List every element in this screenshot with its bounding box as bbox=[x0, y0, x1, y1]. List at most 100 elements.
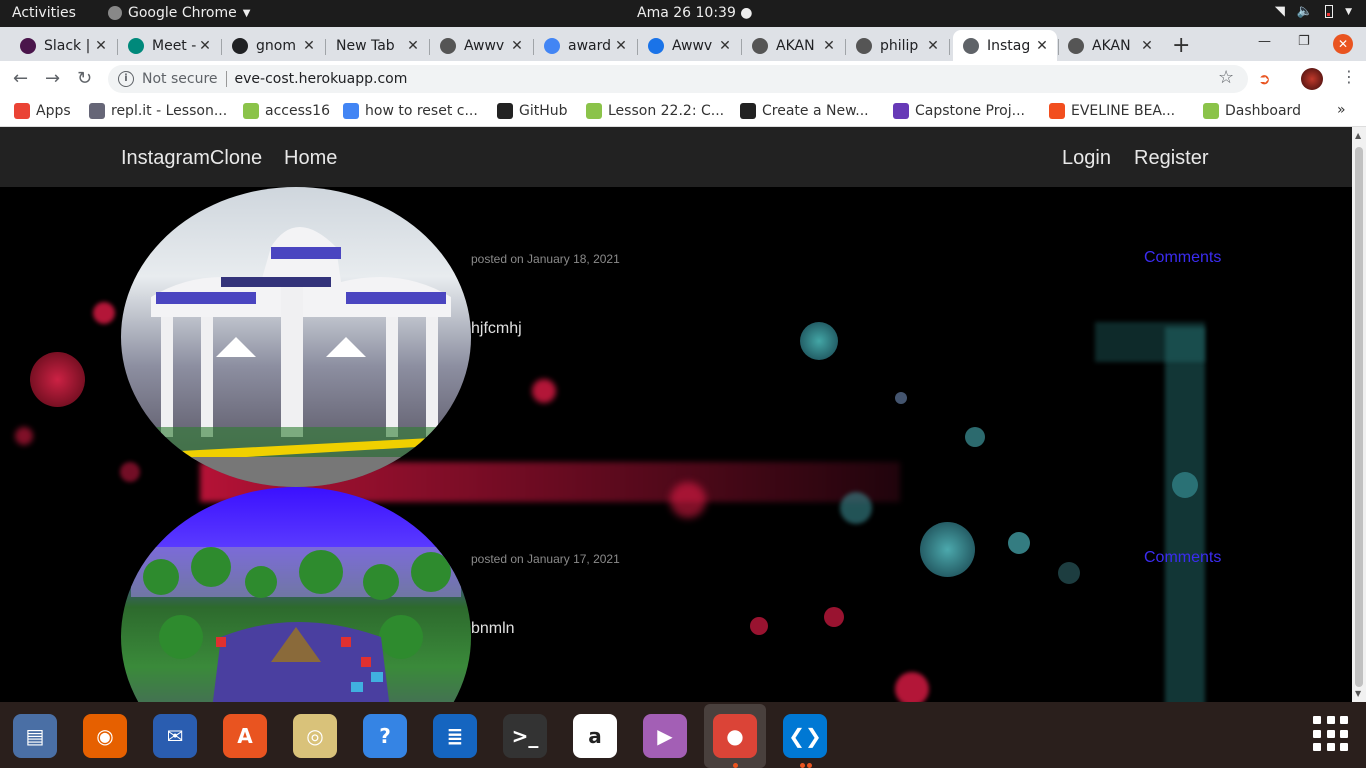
replit-icon bbox=[89, 103, 105, 119]
clock[interactable]: Ama 26 10:39 ● bbox=[637, 5, 753, 21]
address-bar[interactable]: i Not secure eve-cost.herokuapp.com bbox=[108, 65, 1248, 93]
bookmark-label: how to reset c... bbox=[365, 103, 478, 119]
scroll-down-icon[interactable]: ▼ bbox=[1355, 689, 1361, 698]
running-indicator bbox=[807, 763, 812, 768]
apps-grid-icon bbox=[14, 103, 30, 119]
comments-link[interactable]: Comments bbox=[1144, 249, 1221, 267]
bookmark-item[interactable]: Capstone Proj... bbox=[893, 103, 1025, 119]
close-tab-icon[interactable]: ✕ bbox=[924, 38, 942, 54]
files-icon[interactable]: ▤ bbox=[13, 714, 57, 758]
forward-button[interactable]: → bbox=[45, 68, 60, 89]
help-icon[interactable]: ? bbox=[363, 714, 407, 758]
bookmark-label: Capstone Proj... bbox=[915, 103, 1025, 119]
bookmark-item[interactable]: repl.it - Lesson... bbox=[89, 103, 227, 119]
close-tab-icon[interactable]: ✕ bbox=[612, 38, 630, 54]
close-window-button[interactable]: ✕ bbox=[1333, 34, 1353, 54]
close-tab-icon[interactable]: ✕ bbox=[716, 38, 734, 54]
bookmark-item[interactable]: Lesson 22.2: C... bbox=[586, 103, 724, 119]
slack-icon bbox=[20, 37, 36, 54]
bookmark-star-icon[interactable]: ☆ bbox=[1218, 67, 1234, 88]
globe-icon bbox=[440, 37, 456, 54]
firefox-icon[interactable]: ◉ bbox=[83, 714, 127, 758]
writer-icon[interactable]: ≣ bbox=[433, 714, 477, 758]
new-tab-button[interactable]: + bbox=[1172, 33, 1190, 58]
activities-button[interactable]: Activities bbox=[12, 5, 76, 21]
bookmark-label: GitHub bbox=[519, 103, 568, 119]
close-tab-icon[interactable]: ✕ bbox=[508, 38, 526, 54]
tab[interactable]: Slack | ✕ bbox=[10, 30, 116, 61]
brand-link[interactable]: InstagramClone bbox=[121, 147, 262, 170]
globe-icon bbox=[752, 37, 768, 54]
post-date: posted on January 17, 2021 bbox=[471, 552, 620, 566]
tab[interactable]: Meet - ✕ bbox=[118, 30, 220, 61]
tab[interactable]: New Tab ✕ bbox=[326, 30, 428, 61]
wifi-icon: ◥ bbox=[1274, 4, 1285, 19]
kenyatta-university-gate-image bbox=[121, 227, 471, 487]
tab[interactable]: AKAN ✕ bbox=[742, 30, 844, 61]
chrome-icon[interactable]: ● bbox=[713, 714, 757, 758]
info-icon[interactable]: i bbox=[118, 71, 134, 87]
bookmark-item[interactable]: Create a New... bbox=[740, 103, 869, 119]
page-viewport: InstagramClone Home Login Register poste… bbox=[0, 127, 1352, 702]
bookmark-item[interactable]: how to reset c... bbox=[343, 103, 478, 119]
divider bbox=[225, 71, 227, 87]
bookmark-label: repl.it - Lesson... bbox=[111, 103, 228, 119]
video-icon[interactable]: ▶ bbox=[643, 714, 687, 758]
vscode-icon[interactable]: ❮❯ bbox=[783, 714, 827, 758]
post-image[interactable] bbox=[121, 187, 471, 487]
tab-strip: Slack | ✕ Meet - ✕ gnom ✕ New Tab ✕ Awwv ✕ award ✕ A… bbox=[0, 27, 1366, 61]
bookmark-item[interactable]: EVELINE BEA... bbox=[1049, 103, 1175, 119]
running-indicator bbox=[733, 763, 738, 768]
app-menu[interactable]: Google Chrome ▼ bbox=[108, 5, 250, 21]
tab[interactable]: philip ✕ bbox=[846, 30, 948, 61]
post-image[interactable] bbox=[121, 487, 471, 702]
close-tab-icon[interactable]: ✕ bbox=[92, 38, 110, 54]
close-tab-icon[interactable]: ✕ bbox=[196, 38, 214, 54]
globe-icon bbox=[1068, 37, 1084, 54]
tab-title: gnom bbox=[256, 37, 296, 54]
comments-link[interactable]: Comments bbox=[1144, 549, 1221, 567]
tab[interactable]: AKAN ✕ bbox=[1058, 30, 1162, 61]
profile-avatar[interactable] bbox=[1301, 68, 1323, 90]
amazon-icon[interactable]: a bbox=[573, 714, 617, 758]
page-scrollbar[interactable]: ▲ ▼ bbox=[1352, 127, 1366, 702]
tab[interactable]: gnom ✕ bbox=[222, 30, 324, 61]
tab[interactable]: Awwv ✕ bbox=[430, 30, 532, 61]
scroll-up-icon[interactable]: ▲ bbox=[1355, 131, 1361, 140]
tab[interactable]: Instag ✕ bbox=[953, 30, 1057, 61]
close-tab-icon[interactable]: ✕ bbox=[1138, 38, 1156, 54]
extension-icon[interactable]: ➲ bbox=[1258, 70, 1271, 88]
bookmarks-overflow-button[interactable]: » bbox=[1337, 102, 1346, 118]
url-text[interactable]: eve-cost.herokuapp.com bbox=[235, 71, 408, 87]
post-caption: bnmln bbox=[471, 620, 515, 637]
close-tab-icon[interactable]: ✕ bbox=[300, 38, 318, 54]
menu-kebab-icon[interactable]: ⋮ bbox=[1341, 67, 1357, 86]
minimize-button[interactable]: — bbox=[1258, 34, 1271, 49]
thunderbird-icon[interactable]: ✉ bbox=[153, 714, 197, 758]
tab[interactable]: Awwv ✕ bbox=[638, 30, 740, 61]
bookmark-item[interactable]: access16 bbox=[243, 103, 330, 119]
register-link[interactable]: Register bbox=[1134, 147, 1208, 170]
tab-title: AKAN bbox=[1092, 37, 1131, 54]
tab-title: Slack | bbox=[44, 37, 91, 54]
bookmark-item[interactable]: Apps bbox=[14, 103, 71, 119]
terminal-icon[interactable]: >_ bbox=[503, 714, 547, 758]
close-tab-icon[interactable]: ✕ bbox=[404, 38, 422, 54]
tab[interactable]: award ✕ bbox=[534, 30, 636, 61]
scrollbar-thumb[interactable] bbox=[1355, 147, 1363, 687]
reload-button[interactable]: ↻ bbox=[77, 68, 92, 89]
login-link[interactable]: Login bbox=[1062, 147, 1111, 170]
rhythmbox-icon[interactable]: ◎ bbox=[293, 714, 337, 758]
tree-icon bbox=[243, 103, 259, 119]
system-tray[interactable]: ◥ 🔈 ▼ bbox=[1275, 4, 1352, 19]
software-center-icon[interactable]: A bbox=[223, 714, 267, 758]
close-tab-icon[interactable]: ✕ bbox=[820, 38, 838, 54]
back-button[interactable]: ← bbox=[13, 68, 28, 89]
bookmark-label: EVELINE BEA... bbox=[1071, 103, 1176, 119]
maximize-button[interactable]: ❐ bbox=[1298, 34, 1310, 49]
home-link[interactable]: Home bbox=[284, 147, 337, 170]
show-applications-button[interactable] bbox=[1313, 716, 1349, 752]
bookmark-item[interactable]: GitHub bbox=[497, 103, 568, 119]
close-tab-icon[interactable]: ✕ bbox=[1033, 38, 1051, 54]
bookmark-item[interactable]: Dashboard bbox=[1203, 103, 1301, 119]
